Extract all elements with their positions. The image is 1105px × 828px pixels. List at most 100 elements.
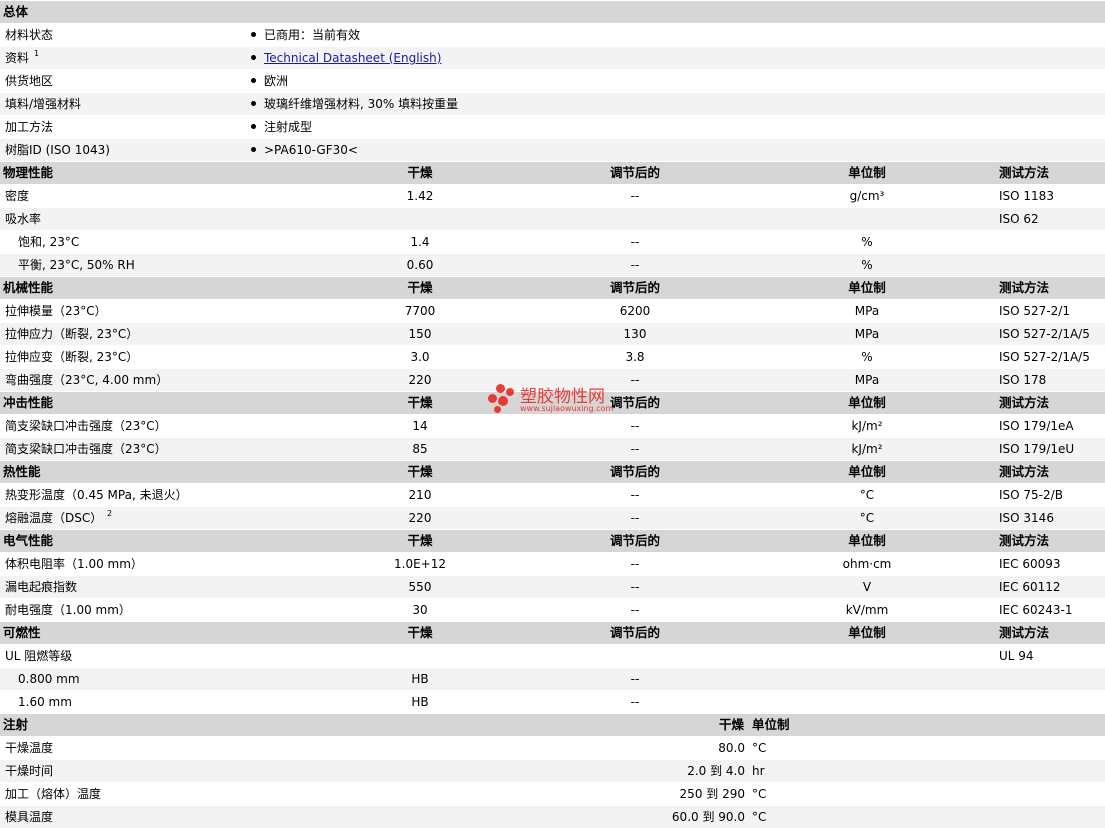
row-value-wrap: Technical Datasheet (English) bbox=[251, 47, 441, 69]
value-conditioned: 3.8 bbox=[625, 350, 645, 364]
datasheet-link[interactable]: Technical Datasheet (English) bbox=[264, 51, 441, 65]
section-title: 冲击性能 bbox=[3, 395, 54, 410]
column-header-dry: 干燥 bbox=[407, 280, 433, 295]
injection-row: 干燥时间 2.0 到 4.0 hr bbox=[0, 759, 1105, 782]
section-title: 机械性能 bbox=[3, 280, 54, 295]
value-unit: MPa bbox=[854, 327, 880, 341]
property-label: 简支梁缺口冲击强度（23°C） bbox=[5, 442, 167, 456]
test-method: ISO 62 bbox=[999, 212, 1039, 226]
property-label: 拉伸应力（断裂, 23°C） bbox=[5, 327, 139, 341]
row-value: 欧洲 bbox=[264, 74, 289, 88]
column-header-unit: 单位制 bbox=[848, 533, 886, 548]
general-row: 材料状态 已商用：当前有效 bbox=[0, 23, 1105, 46]
test-method: ISO 1183 bbox=[999, 189, 1054, 203]
general-row: 加工方法 注射成型 bbox=[0, 115, 1105, 138]
general-row: 填料/增强材料 玻璃纤维增强材料, 30% 填料按重量 bbox=[0, 92, 1105, 115]
property-label: 体积电阻率（1.00 mm） bbox=[5, 557, 143, 571]
column-header-method: 测试方法 bbox=[999, 165, 1050, 180]
property-label: 吸水率 bbox=[5, 212, 42, 226]
injection-value: 2.0 到 4.0 bbox=[687, 764, 745, 778]
section-title: 电气性能 bbox=[3, 533, 54, 548]
value-unit: % bbox=[861, 350, 873, 364]
test-method: ISO 179/1eA bbox=[999, 419, 1074, 433]
property-row: 拉伸模量（23°C） 7700 6200 MPa ISO 527-2/1 bbox=[0, 299, 1105, 322]
column-header-conditioned: 调节后的 bbox=[609, 625, 660, 640]
value-unit: kJ/m² bbox=[851, 442, 883, 456]
value-dry: 150 bbox=[408, 327, 432, 341]
column-header-method: 测试方法 bbox=[999, 533, 1050, 548]
column-header-dry: 干燥 bbox=[407, 395, 433, 410]
column-header-unit: 单位制 bbox=[848, 395, 886, 410]
value-dry: 550 bbox=[408, 580, 432, 594]
value-dry: 0.60 bbox=[406, 258, 434, 272]
value-conditioned: -- bbox=[630, 488, 640, 502]
column-header-unit: 单位制 bbox=[848, 280, 886, 295]
value-dry: 85 bbox=[412, 442, 428, 456]
test-method: IEC 60093 bbox=[999, 557, 1061, 571]
column-header-dry: 干燥 bbox=[718, 717, 744, 732]
general-row: 资料 1 Technical Datasheet (English) bbox=[0, 46, 1105, 69]
bullet-icon bbox=[251, 101, 256, 106]
value-dry: 7700 bbox=[404, 304, 436, 318]
injection-label: 干燥温度 bbox=[5, 741, 54, 755]
column-header-unit: 单位制 bbox=[848, 165, 886, 180]
property-label: 0.800 mm bbox=[18, 672, 80, 686]
value-conditioned: -- bbox=[630, 258, 640, 272]
row-label: 加工方法 bbox=[5, 120, 54, 134]
property-row: 拉伸应力（断裂, 23°C） 150 130 MPa ISO 527-2/1A/5 bbox=[0, 322, 1105, 345]
bullet-icon bbox=[251, 55, 256, 60]
property-label: 拉伸应变（断裂, 23°C） bbox=[5, 350, 139, 364]
bullet-icon bbox=[251, 124, 256, 129]
column-header-method: 测试方法 bbox=[999, 395, 1050, 410]
watermark-url: www.sujiaowuxing.com bbox=[520, 404, 614, 413]
value-dry: 1.0E+12 bbox=[394, 557, 446, 571]
test-method: UL 94 bbox=[999, 649, 1034, 663]
value-conditioned: -- bbox=[630, 235, 640, 249]
value-conditioned: 6200 bbox=[619, 304, 651, 318]
row-value: >PA610-GF30< bbox=[264, 143, 358, 157]
column-header-unit: 单位制 bbox=[848, 464, 886, 479]
injection-label: 干燥时间 bbox=[5, 764, 54, 778]
property-label: 平衡, 23°C, 50% RH bbox=[18, 258, 135, 272]
value-conditioned: 130 bbox=[623, 327, 647, 341]
value-unit: kV/mm bbox=[845, 603, 889, 617]
column-header-conditioned: 调节后的 bbox=[609, 464, 660, 479]
value-unit: % bbox=[861, 258, 873, 272]
injection-value: 80.0 bbox=[718, 741, 745, 755]
row-value: 已商用：当前有效 bbox=[264, 28, 361, 42]
row-value-wrap: >PA610-GF30< bbox=[251, 139, 358, 161]
footnote-marker: 2 bbox=[107, 509, 113, 518]
value-conditioned: -- bbox=[630, 511, 640, 525]
value-unit: °C bbox=[859, 511, 875, 525]
column-header-conditioned: 调节后的 bbox=[609, 280, 660, 295]
test-method: IEC 60112 bbox=[999, 580, 1061, 594]
value-conditioned: -- bbox=[630, 557, 640, 571]
value-unit: kJ/m² bbox=[851, 419, 883, 433]
value-conditioned: -- bbox=[630, 189, 640, 203]
property-label: 耐电强度（1.00 mm） bbox=[5, 603, 131, 617]
property-row: 平衡, 23°C, 50% RH 0.60 --% bbox=[0, 253, 1105, 276]
property-row: 热变形温度（0.45 MPa, 未退火） 210 -- °C ISO 75-2/B bbox=[0, 483, 1105, 506]
value-dry: 3.0 bbox=[410, 350, 430, 364]
row-label: 资料 bbox=[5, 51, 30, 65]
property-label: 1.60 mm bbox=[18, 695, 72, 709]
injection-row: 模具温度 60.0 到 90.0 °C bbox=[0, 805, 1105, 828]
bullet-icon bbox=[251, 147, 256, 152]
row-label: 供货地区 bbox=[5, 74, 54, 88]
section-title: 总体 bbox=[3, 4, 29, 19]
value-dry: HB bbox=[411, 672, 429, 686]
value-dry: 1.42 bbox=[406, 189, 434, 203]
column-header-unit: 单位制 bbox=[752, 717, 790, 732]
property-row: UL 阻燃等级 UL 94 bbox=[0, 644, 1105, 667]
column-header-conditioned: 调节后的 bbox=[609, 533, 660, 548]
value-dry: 220 bbox=[408, 373, 432, 387]
property-row: 吸水率 ISO 62 bbox=[0, 207, 1105, 230]
property-label: 弯曲强度（23°C, 4.00 mm） bbox=[5, 373, 169, 387]
injection-row: 加工（熔体）温度 250 到 290 °C bbox=[0, 782, 1105, 805]
row-value-wrap: 欧洲 bbox=[251, 70, 288, 92]
column-header-conditioned: 调节后的 bbox=[609, 165, 660, 180]
value-dry: 30 bbox=[412, 603, 428, 617]
property-label: UL 阻燃等级 bbox=[5, 649, 73, 663]
value-conditioned: -- bbox=[630, 695, 640, 709]
value-unit: V bbox=[862, 580, 872, 594]
